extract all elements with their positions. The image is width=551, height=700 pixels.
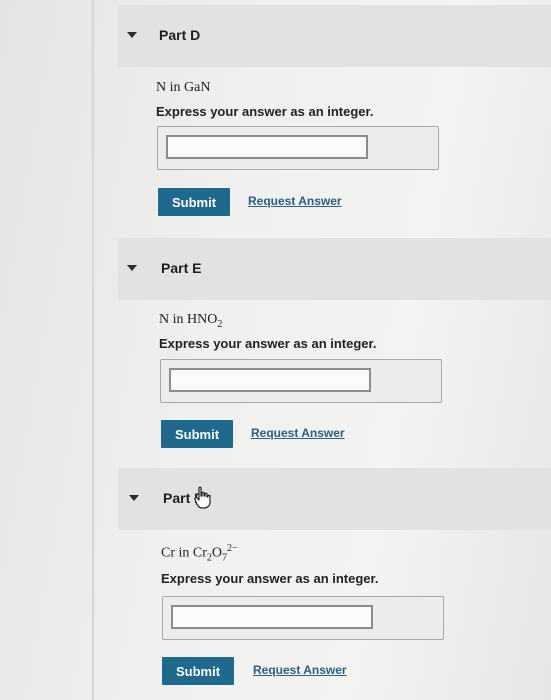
part-f-question: Cr in Cr2O72− [161, 543, 238, 564]
part-d-answer-input[interactable] [166, 135, 368, 159]
part-e-question: N in HNO2 [159, 312, 223, 330]
part-e-answer-frame [160, 359, 442, 403]
part-e-request-answer-link[interactable]: Request Answer [251, 426, 345, 440]
caret-down-icon[interactable] [127, 32, 137, 38]
part-e-instruction: Express your answer as an integer. [159, 336, 377, 351]
part-f-instruction: Express your answer as an integer. [161, 571, 379, 586]
part-e-submit-button[interactable]: Submit [161, 420, 233, 448]
part-f-answer-input[interactable] [171, 605, 373, 629]
left-divider [92, 0, 94, 700]
part-d-title: Part D [159, 27, 201, 43]
part-f-submit-button[interactable]: Submit [162, 657, 234, 685]
caret-down-icon[interactable] [129, 495, 139, 501]
part-d-submit-button[interactable]: Submit [158, 188, 230, 216]
caret-down-icon[interactable] [127, 265, 137, 271]
part-d-question: N in GaN [156, 80, 211, 95]
part-f-answer-frame [162, 596, 444, 640]
part-d-instruction: Express your answer as an integer. [156, 104, 374, 119]
hand-pointer-icon [194, 486, 211, 509]
part-e-title: Part E [161, 260, 202, 276]
part-d-request-answer-link[interactable]: Request Answer [248, 194, 342, 208]
part-f-request-answer-link[interactable]: Request Answer [253, 663, 347, 677]
screen-background: Part D N in GaN Express your answer as a… [0, 0, 551, 700]
part-d-answer-frame [157, 126, 439, 170]
part-e-answer-input[interactable] [169, 368, 371, 392]
